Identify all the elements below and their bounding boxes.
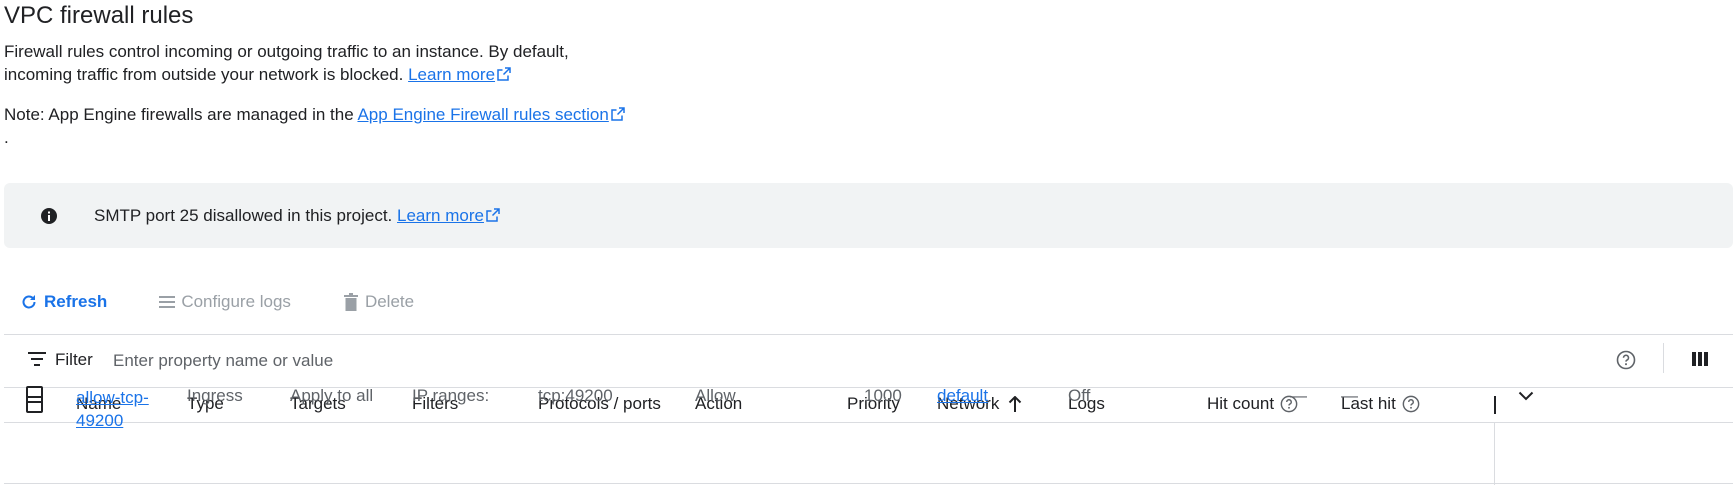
- note-prefix: Note: App Engine firewalls are managed i…: [4, 105, 354, 124]
- delete-label: Delete: [364, 292, 415, 311]
- info-icon: [41, 207, 57, 224]
- page-description: Firewall rules control incoming or outgo…: [4, 40, 644, 86]
- filter-input[interactable]: [111, 345, 1215, 377]
- refresh-icon: [22, 295, 36, 309]
- column-display-options-icon[interactable]: [1691, 350, 1709, 368]
- app-engine-note: Note: App Engine firewalls are managed i…: [4, 103, 625, 149]
- rule-name-link[interactable]: allow-tcp- 49200: [76, 386, 149, 432]
- configure-logs-label: Configure logs: [181, 292, 291, 311]
- refresh-button[interactable]: Refresh: [20, 292, 107, 312]
- banner-learn-more-link[interactable]: Learn more: [397, 206, 500, 225]
- network-link[interactable]: default: [937, 386, 988, 406]
- page-title: VPC firewall rules: [4, 2, 194, 29]
- rule-targets: Apply to all: [290, 386, 374, 405]
- divider: [1663, 343, 1664, 373]
- delete-button[interactable]: Delete: [343, 292, 414, 312]
- help-icon[interactable]: [1616, 350, 1636, 370]
- refresh-label: Refresh: [44, 292, 108, 311]
- toolbar: Refresh Configure logs Delete: [20, 288, 466, 316]
- external-link-icon: [497, 67, 511, 81]
- description-line-1: Firewall rules control incoming or outgo…: [4, 42, 569, 61]
- note-suffix: .: [4, 128, 9, 147]
- rule-name-line-2: 49200: [76, 411, 124, 430]
- rule-action: Allow: [695, 386, 736, 405]
- external-link-icon: [611, 107, 625, 121]
- rule-hit-count: —: [1290, 386, 1307, 405]
- description-line-2: incoming traffic from outside your netwo…: [4, 65, 404, 84]
- app-engine-firewall-link-label: App Engine Firewall rules section: [357, 105, 609, 124]
- rule-type: Ingress: [187, 386, 243, 405]
- external-link-icon: [486, 207, 500, 222]
- banner-learn-more-label: Learn more: [397, 205, 484, 225]
- filter-icon[interactable]: [28, 352, 46, 366]
- row-checkbox[interactable]: [26, 386, 43, 403]
- learn-more-label: Learn more: [408, 65, 496, 84]
- learn-more-link[interactable]: Learn more: [408, 65, 511, 84]
- rule-logs: Off: [1068, 386, 1091, 405]
- banner-message-text: SMTP port 25 disallowed in this project.: [94, 205, 393, 225]
- rule-priority: 1000: [864, 386, 902, 405]
- chevron-down-icon[interactable]: [1518, 390, 1534, 402]
- smtp-info-banner: SMTP port 25 disallowed in this project.…: [4, 183, 1733, 248]
- list-icon: [159, 296, 176, 308]
- column-divider: [1494, 423, 1495, 485]
- table-row-allow-tcp-49200: allow-tcp- 49200 Ingress Apply to all IP…: [4, 376, 1733, 438]
- banner-message: SMTP port 25 disallowed in this project.…: [94, 206, 500, 226]
- filter-label: Filter: [55, 350, 93, 369]
- rule-last-hit: —: [1341, 386, 1358, 405]
- trash-icon: [343, 293, 358, 311]
- app-engine-firewall-link[interactable]: App Engine Firewall rules section: [357, 105, 625, 124]
- rule-protocols: tcp:49200: [538, 386, 613, 405]
- divider: [4, 483, 1733, 484]
- rule-name-line-1: allow-tcp-: [76, 388, 149, 407]
- configure-logs-button[interactable]: Configure logs: [159, 292, 291, 312]
- rule-filters: IP ranges:: [412, 386, 490, 405]
